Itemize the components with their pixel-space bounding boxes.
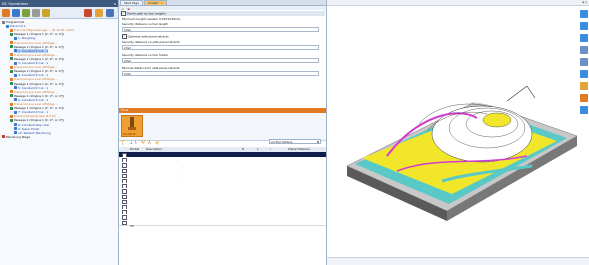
pass-icon [10,82,13,85]
tap-type-icon[interactable]: Ψ [141,140,145,146]
operation-icon [6,24,9,28]
pass-icon [10,118,13,122]
pass-icon [10,94,13,98]
tool-icon [10,102,13,106]
tool-icon [10,114,13,118]
tab-close-icon[interactable]: × [161,1,163,5]
operation-icon [14,98,17,102]
operation-icon [14,123,17,126]
tool-preview-area: Toroidal M... [119,113,326,141]
tool-icon [10,53,13,57]
zoom-icon[interactable] [580,58,588,66]
tool-icon [10,90,13,94]
operation-icon [14,86,17,90]
nc-operations-panel: NC Operations x Programme1 Pièce CO 1 Tran… [0,0,119,265]
toroidal-mill-icon [128,117,136,130]
chevron-down-icon: ▼ [317,141,319,144]
view-toolbar [578,6,589,156]
operation-editor: Start Page Cnnpd*× ✔ ✖ Divide path by to… [119,0,326,265]
divide-path-form: Divide path by tool lengths Minimum leng… [119,10,326,108]
tree-item[interactable]: Machining Stage [2,135,30,139]
calculate-icon[interactable] [22,8,30,17]
operation-icon [14,73,17,77]
tool-thumbnail[interactable]: Toroidal M... [121,115,143,137]
measure-icon[interactable] [580,94,588,102]
close-icon[interactable]: x [114,1,116,6]
stage-icon [2,135,5,139]
chamfer-type-icon[interactable]: λ [148,140,151,146]
operation-icon [14,61,17,65]
pass-icon [10,57,13,61]
layout-icon[interactable] [106,8,114,17]
mill-type-icon[interactable]: T [121,140,125,147]
tool-holder-input[interactable]: 2mm [122,58,319,63]
pass-icon [10,69,13,73]
tab-start-page[interactable]: Start Page [120,0,143,5]
minimal-safe-plane-input[interactable]: 2mm [122,71,319,76]
engrave-type-icon[interactable]: ≷ [155,140,159,146]
operation-icon [14,36,17,40]
view-iso-icon[interactable] [580,34,588,42]
operations-toolbar [0,7,118,19]
settings-icon[interactable] [42,8,50,17]
minimal-safe-plane-label: Minimal distance for safe plane retracts [122,66,180,70]
security-tool-length-label: Security distance on tool length [122,22,169,26]
program-icon [2,20,5,24]
3d-viewport[interactable]: ψ x [326,0,589,265]
tree-item-label: Machining Stage [6,134,31,139]
simulate-icon[interactable] [84,8,92,17]
export-icon[interactable] [95,8,103,17]
panel-header: NC Operations x [0,0,118,7]
pass-icon [10,32,13,36]
tool-holder-label: Security distance on tool holder [122,53,169,57]
operations-tree: Programme1 Pièce CO 1 Tranche Dégrossissag… [0,19,118,265]
operation-icon [14,49,17,53]
view-right-icon[interactable] [580,46,588,54]
tool-icon [10,65,13,69]
view-top-icon[interactable] [580,10,588,18]
view-front-icon[interactable] [580,22,588,30]
tool-icon [10,28,13,32]
viewport-ruler [327,257,589,265]
cell-pocket: 20 [130,224,134,229]
security-tool-length-input[interactable]: 5mm [122,27,319,32]
rotate-icon[interactable] [580,70,588,78]
safe-plane-input[interactable]: 2mm [122,45,319,50]
tool-holder-filter-select[interactable]: All Tool Holders ▼ [269,139,321,144]
min-length-label: Minimum length needed: 0.0972139mm [122,17,181,21]
tab-cnnpd[interactable]: Cnnpd* × [143,0,168,5]
tool-icon [10,77,13,81]
divide-path-checkbox[interactable] [121,11,126,16]
new-operation-icon[interactable] [2,8,10,17]
drill-type-icon[interactable]: ⇣ [129,140,133,146]
pass-icon [10,45,13,49]
optimize-checkbox[interactable] [122,34,127,39]
tool-icon [10,41,13,44]
operation-icon [14,127,17,131]
row-checkbox[interactable] [122,220,127,226]
edit-icon[interactable] [12,8,20,17]
shading-icon[interactable] [580,82,588,90]
divide-path-checkbox-row[interactable]: Divide path by tool lengths [120,11,325,16]
safe-plane-label: Security distance on safe plane retracts [122,40,180,44]
ball-type-icon[interactable]: Ɩ [135,140,137,146]
toolpath-3d-model[interactable] [327,6,577,256]
pass-icon [10,106,13,110]
table-row[interactable]: 20 [119,219,326,229]
operation-icon [14,131,17,135]
section-icon[interactable] [580,106,588,114]
optimize-row[interactable]: Optimize safe plane retracts [122,34,169,39]
tool-type-icons: T ⇣ Ɩ Ψ λ ≷ [121,140,181,147]
panel-title: NC Operations [2,1,29,6]
delete-icon[interactable] [32,8,40,17]
